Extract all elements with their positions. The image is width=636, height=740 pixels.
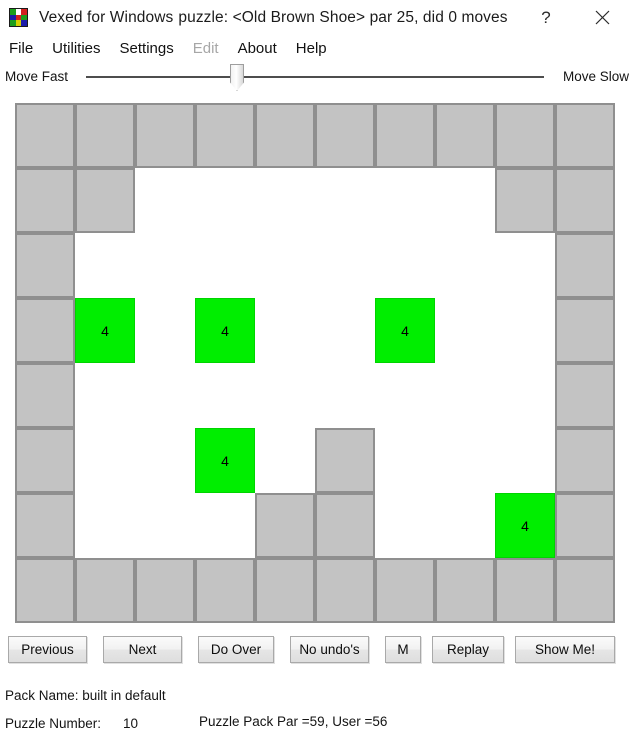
menu-item-utilities[interactable]: Utilities [52,38,100,59]
replay-button[interactable]: Replay [432,636,504,663]
board-wall-cell [195,103,255,168]
board-block-cell[interactable]: 4 [495,493,555,558]
board-wall-cell [555,363,615,428]
slider-label-slow: Move Slow [562,69,629,84]
board-wall-cell [15,103,75,168]
window-title-detail: puzzle: <Old Brown Shoe> par 25, did 0 m… [178,8,508,26]
board-wall-cell [555,493,615,558]
slider-label-fast: Move Fast [5,69,69,84]
puzzle-number-value: 10 [123,716,139,731]
close-button[interactable] [580,0,624,35]
board-wall-cell [75,168,135,233]
board-wall-cell [315,428,375,493]
board-wall-cell [15,428,75,493]
pack-name-text: Pack Name: built in default [5,688,166,703]
button-bar: Previous Next Do Over No undo's M Replay Show … [0,636,636,670]
next-button[interactable]: Next [103,636,182,663]
par-user-text: Puzzle Pack Par =59, User =56 [199,714,388,729]
board-wall-cell [555,168,615,233]
board-wall-cell [195,558,255,623]
do-over-button[interactable]: Do Over [198,636,274,663]
board-wall-cell [555,428,615,493]
menu-item-help[interactable]: Help [296,38,327,59]
board-block-cell[interactable]: 4 [195,298,255,363]
slider-track [86,76,544,78]
board-wall-cell [255,103,315,168]
game-board[interactable]: 44444 [15,103,615,623]
slider-thumb[interactable] [230,64,244,91]
board-wall-cell [555,233,615,298]
board-wall-cell [15,233,75,298]
no-undos-button[interactable]: No undo's [290,636,369,663]
board-wall-cell [135,558,195,623]
board-wall-cell [15,363,75,428]
board-wall-cell [315,558,375,623]
menu-item-settings[interactable]: Settings [120,38,174,59]
help-button[interactable]: ? [524,0,568,35]
board-wall-cell [495,103,555,168]
menu-item-edit: Edit [192,40,219,57]
board-wall-cell [555,103,615,168]
board-wall-cell [375,103,435,168]
board-block-cell[interactable]: 4 [375,298,435,363]
question-mark-icon: ? [541,7,551,27]
status-area: Pack Name: built in default Puzzle Numbe… [0,682,636,740]
menu-item-about[interactable]: About [238,38,277,59]
board-wall-cell [315,493,375,558]
board-wall-cell [435,103,495,168]
board-block-cell[interactable]: 4 [195,428,255,493]
board-wall-cell [135,103,195,168]
menu-item-file[interactable]: File [9,38,33,59]
close-icon [595,10,610,25]
board-wall-cell [555,558,615,623]
board-wall-cell [75,103,135,168]
board-wall-cell [495,168,555,233]
board-wall-cell [15,493,75,558]
board-block-cell[interactable]: 4 [75,298,135,363]
vexed-app-icon [9,8,28,27]
board-wall-cell [555,298,615,363]
app-icon-tile-8 [21,20,27,26]
window-title: Vexed for Windows puzzle: <Old Brown Shoe… [39,9,508,27]
m-button[interactable]: M [385,636,421,663]
board-wall-cell [15,558,75,623]
puzzle-number-label: Puzzle Number: [5,716,102,731]
show-me-button[interactable]: Show Me! [515,636,615,663]
board-wall-cell [375,558,435,623]
board-wall-cell [75,558,135,623]
board-wall-cell [15,298,75,363]
board-wall-cell [315,103,375,168]
menu-bar: File Utilities Settings Edit About Help [0,35,636,62]
speed-slider[interactable] [86,64,544,94]
window-title-app: Vexed for Windows [39,8,174,26]
board-wall-cell [255,493,315,558]
board-wall-cell [435,558,495,623]
speed-slider-row: Move Fast Move Slow [0,64,636,94]
previous-button[interactable]: Previous [8,636,87,663]
board-wall-cell [15,168,75,233]
title-bar: Vexed for Windows puzzle: <Old Brown Shoe… [0,0,636,35]
board-wall-cell [255,558,315,623]
board-wall-cell [495,558,555,623]
